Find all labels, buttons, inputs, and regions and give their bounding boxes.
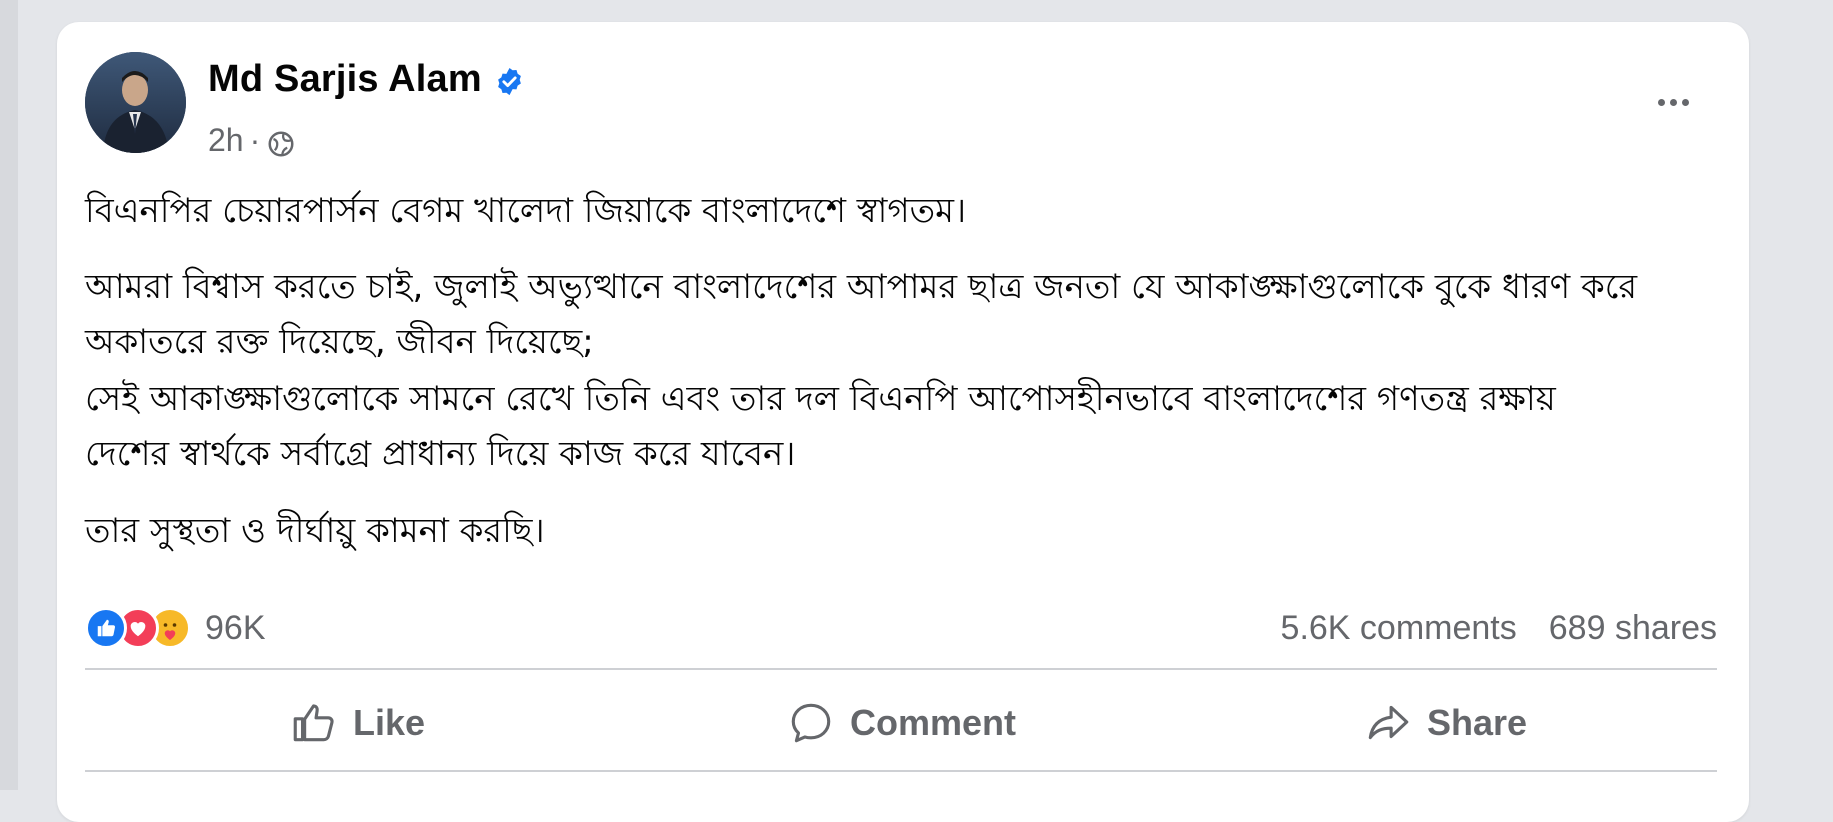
more-dot	[1681, 98, 1689, 106]
post-paragraph: তার সুস্থতা ও দীর্ঘায়ু কামনা করছি।	[85, 511, 545, 551]
like-button[interactable]: Like	[85, 674, 629, 772]
comment-bubble-icon	[791, 703, 831, 743]
verified-badge-icon	[497, 67, 521, 96]
post-actions: Like Comment Share	[85, 674, 1717, 772]
author-header: Md Sarjis Alam	[208, 58, 525, 101]
share-arrow-icon	[1368, 705, 1409, 740]
post-paragraph: আমরা বিশ্বাস করতে চাই, জুলাই অভ্যুত্থানে…	[85, 267, 1638, 307]
shares-count[interactable]: 689 shares	[1549, 609, 1717, 648]
post-time[interactable]: 2h	[208, 122, 244, 159]
like-label: Like	[352, 702, 426, 743]
thumbs-up-icon	[293, 704, 334, 742]
like-reaction-icon	[85, 607, 127, 649]
stats-divider	[85, 668, 1717, 670]
post-paragraph: অকাতরে রক্ত দিয়েছে, জীবন দিয়েছে;	[85, 322, 594, 362]
reactions-summary[interactable]: 96K	[85, 602, 266, 654]
actions-divider	[85, 770, 1717, 772]
more-options-icon	[1657, 98, 1665, 106]
comment-button[interactable]: Comment	[629, 674, 1173, 772]
post-card: Md Sarjis Alam 2h · বিএনপির চেয়ারপার্সন…	[57, 22, 1749, 822]
engagement-counts: 5.6K comments 689 shares	[1281, 602, 1717, 654]
post-paragraph: বিএনপির চেয়ারপার্সন বেগম খালেদা জিয়াকে…	[85, 191, 967, 231]
share-button[interactable]: Share	[1173, 674, 1717, 772]
author-avatar[interactable]	[85, 52, 186, 153]
share-label: Share	[1426, 702, 1528, 743]
post-paragraph: দেশের স্বার্থকে সর্বাগ্রে প্রাধান্য দিয়…	[85, 434, 796, 474]
meta-separator: ·	[249, 122, 261, 158]
more-dot	[1669, 98, 1677, 106]
post-meta: 2h ·	[208, 122, 296, 159]
comments-count[interactable]: 5.6K comments	[1281, 609, 1517, 648]
globe-icon	[268, 131, 294, 156]
reactions-count[interactable]: 96K	[205, 609, 266, 648]
comment-label: Comment	[849, 702, 1016, 743]
page-edge	[0, 0, 18, 790]
author-name[interactable]: Md Sarjis Alam	[208, 58, 482, 101]
post-stats: 96K 5.6K comments 689 shares	[85, 602, 1717, 654]
more-options-button[interactable]	[1643, 82, 1703, 122]
post-paragraph: সেই আকাঙ্ক্ষাগুলোকে সামনে রেখে তিনি এবং …	[85, 379, 1556, 419]
